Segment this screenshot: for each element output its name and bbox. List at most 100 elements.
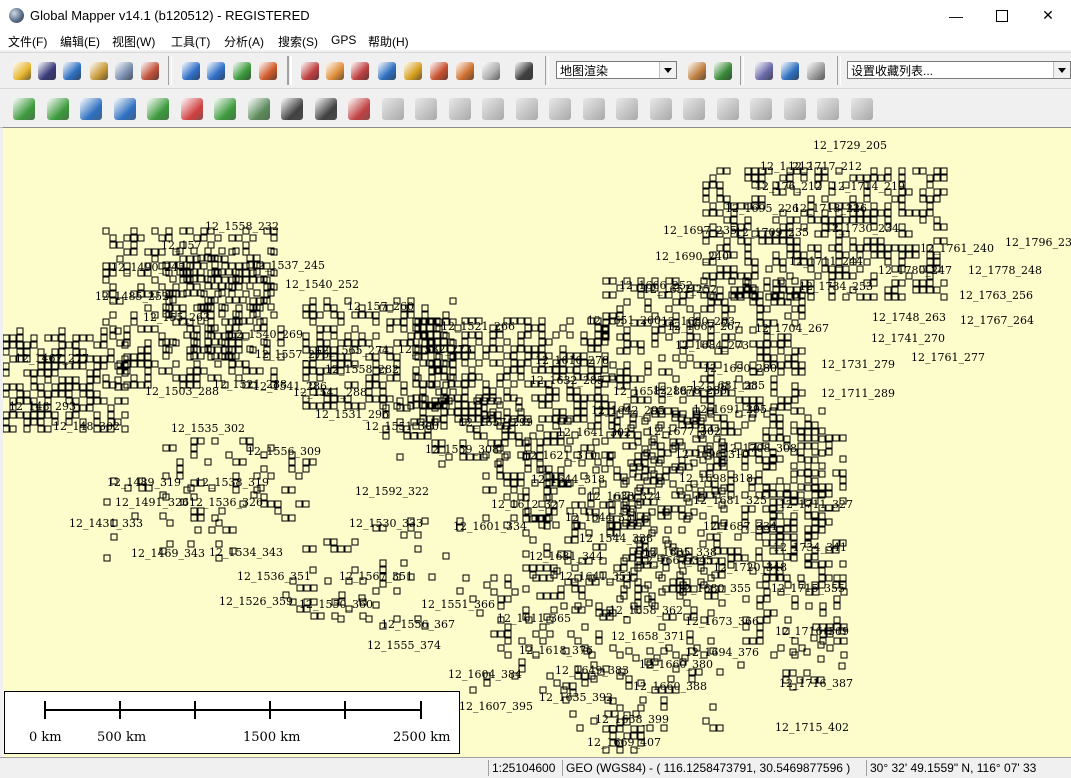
zoom-to-layer-button[interactable]	[229, 58, 255, 84]
maximize-button[interactable]	[979, 0, 1025, 31]
tile-label: 12_1763_256	[959, 289, 1033, 302]
flag-button[interactable]	[751, 58, 777, 84]
zoom-to-layer-icon	[233, 62, 251, 80]
tile-label: 12_1657_299	[459, 416, 533, 429]
globe-button[interactable]	[59, 58, 85, 84]
zoom-in-button[interactable]	[178, 58, 204, 84]
path-profile-button[interactable]	[400, 58, 426, 84]
zoom-tool-button[interactable]	[297, 58, 323, 84]
chevron-down-icon[interactable]	[1053, 62, 1070, 78]
3d-view-button[interactable]	[710, 58, 736, 84]
disabled-button[interactable]	[478, 58, 504, 84]
create-feature-button[interactable]	[143, 94, 173, 124]
overlay-control-button[interactable]	[86, 58, 112, 84]
disabled-button[interactable]	[679, 94, 709, 124]
disabled-button[interactable]	[612, 94, 642, 124]
map-view[interactable]: 12_1729_205 12_1_212 12_1717_212 12_176_212…	[3, 127, 1071, 758]
disabled-button[interactable]	[478, 94, 508, 124]
add-vertex-button[interactable]	[311, 94, 341, 124]
menu-analysis[interactable]: 分析(A)	[224, 33, 264, 50]
layers-button[interactable]	[777, 58, 803, 84]
tile-label: 12_1537_245	[251, 259, 325, 272]
create-line-icon	[46, 98, 69, 120]
tools-button[interactable]	[137, 58, 163, 84]
shader-button[interactable]	[684, 58, 710, 84]
pan-hand-button[interactable]	[322, 58, 348, 84]
open-folder-button[interactable]	[9, 58, 35, 84]
create-contour-icon	[80, 98, 102, 120]
move-vertex-button[interactable]	[277, 94, 307, 124]
config-icon	[115, 62, 133, 80]
create-contour-button[interactable]	[76, 94, 106, 124]
tile-label: 12_1540_269	[229, 328, 303, 341]
cut-button[interactable]	[344, 94, 374, 124]
menu-file[interactable]: 文件(F)	[8, 33, 47, 50]
tile-label: 12_1618_376	[519, 644, 593, 657]
tile-label: 12_1691_295	[693, 403, 767, 416]
chevron-down-icon[interactable]	[659, 62, 676, 78]
menu-edit[interactable]: 编辑(E)	[60, 33, 100, 50]
map-canvas[interactable]: 12_1729_20512_1_21212_1717_21212_176_212…	[3, 128, 1071, 758]
disabled-button[interactable]	[780, 94, 810, 124]
tile-label: 12_1684_273	[675, 339, 749, 352]
edit-code-button[interactable]	[177, 94, 207, 124]
tile-label: 12_1642_295	[591, 404, 665, 417]
title-bar: Global Mapper v14.1 (b120512) - REGISTER…	[0, 0, 1071, 31]
menu-help[interactable]: 帮助(H)	[368, 33, 409, 50]
menu-tools[interactable]: 工具(T)	[171, 33, 210, 50]
disabled-button[interactable]	[847, 94, 877, 124]
3d-view-icon	[714, 62, 732, 80]
zoom-in-icon	[182, 62, 200, 80]
rotate-button[interactable]	[210, 94, 240, 124]
disabled-button[interactable]	[411, 94, 441, 124]
view-shed-button[interactable]	[426, 58, 452, 84]
tile-label: 12_1761_277	[911, 351, 985, 364]
disabled-icon	[783, 98, 806, 120]
config-button[interactable]	[111, 58, 137, 84]
disabled-button[interactable]	[746, 94, 776, 124]
minimize-button[interactable]: —	[933, 0, 979, 31]
tile-label: 12_1687_334	[703, 520, 777, 533]
zoom-out-button[interactable]	[203, 58, 229, 84]
disabled-icon	[716, 98, 739, 120]
digitizer-button[interactable]	[452, 58, 478, 84]
menu-gps[interactable]: GPS	[331, 33, 356, 47]
create-area-button[interactable]	[9, 94, 39, 124]
disabled-button[interactable]	[646, 94, 676, 124]
disabled-button[interactable]	[813, 94, 843, 124]
render-mode-select[interactable]: 地图渲染	[556, 61, 677, 79]
create-line-button[interactable]	[43, 94, 73, 124]
menu-search[interactable]: 搜索(S)	[278, 33, 318, 50]
toolbar-separator	[740, 56, 744, 85]
feature-info-button[interactable]	[374, 58, 400, 84]
disabled-icon	[582, 98, 605, 120]
tile-label: 12_1716_369	[775, 625, 849, 638]
disabled-icon	[817, 98, 839, 120]
save-disk-button[interactable]	[34, 58, 60, 84]
disabled-button[interactable]	[378, 94, 408, 124]
disabled-button[interactable]	[445, 94, 475, 124]
render-mode-value: 地图渲染	[560, 64, 609, 78]
tile-label: 12_1536_326	[189, 496, 263, 509]
tile-label: 12_1558_282	[325, 363, 399, 376]
gps-button[interactable]	[803, 58, 829, 84]
binoculars-button[interactable]	[511, 58, 537, 84]
disabled-button[interactable]	[579, 94, 609, 124]
status-projection: GEO (WGS84)	[562, 760, 646, 776]
scale-label-2500: 2500 km	[393, 730, 451, 745]
disabled-button[interactable]	[512, 94, 542, 124]
maximize-icon	[996, 9, 1008, 22]
tile-label: 12_1715_402	[775, 721, 849, 734]
grid-button[interactable]	[244, 94, 274, 124]
disabled-button[interactable]	[713, 94, 743, 124]
menu-view[interactable]: 视图(W)	[112, 33, 155, 50]
binoculars-icon	[515, 62, 533, 80]
disabled-button[interactable]	[545, 94, 575, 124]
home-button[interactable]	[255, 58, 281, 84]
measure-button[interactable]	[347, 58, 373, 84]
close-button[interactable]: ✕	[1025, 0, 1071, 31]
tile-label: 12_1641_302	[557, 426, 631, 439]
bookmark-select[interactable]: 设置收藏列表...	[847, 61, 1071, 79]
create-watershed-button[interactable]	[110, 94, 140, 124]
rotate-icon	[214, 98, 236, 120]
